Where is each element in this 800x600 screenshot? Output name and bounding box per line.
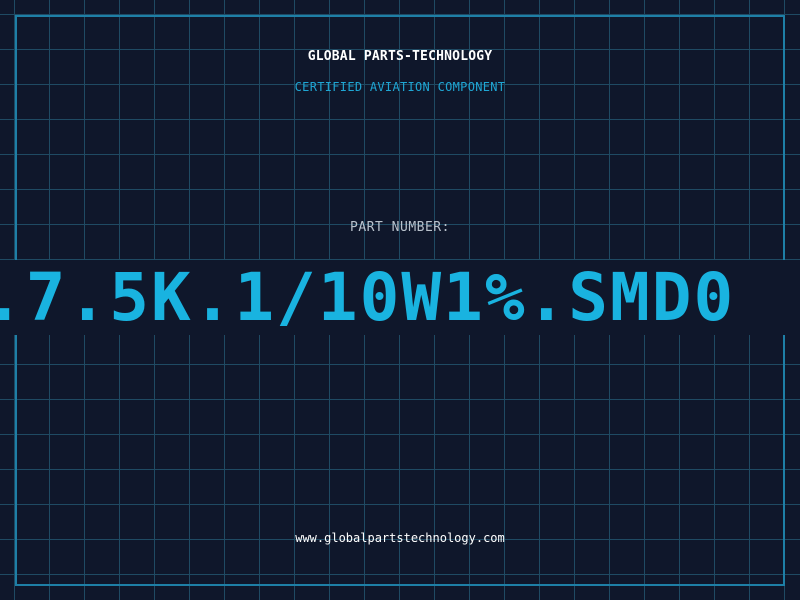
part-number-value: .7.5K.1/10W1%.SMD0 [0,260,736,335]
brand-subtitle: CERTIFIED AVIATION COMPONENT [294,80,506,94]
part-number-label: PART NUMBER: [350,220,450,235]
brand-title: GLOBAL PARTS-TECHNOLOGY [307,49,493,64]
website-link[interactable]: www.globalpartstechnology.com [0,531,800,545]
part-number-band: .7.5K.1/10W1%.SMD0 [0,260,800,335]
background-grid: GLOBAL PARTS-TECHNOLOGY CERTIFIED AVIATI… [0,0,800,600]
